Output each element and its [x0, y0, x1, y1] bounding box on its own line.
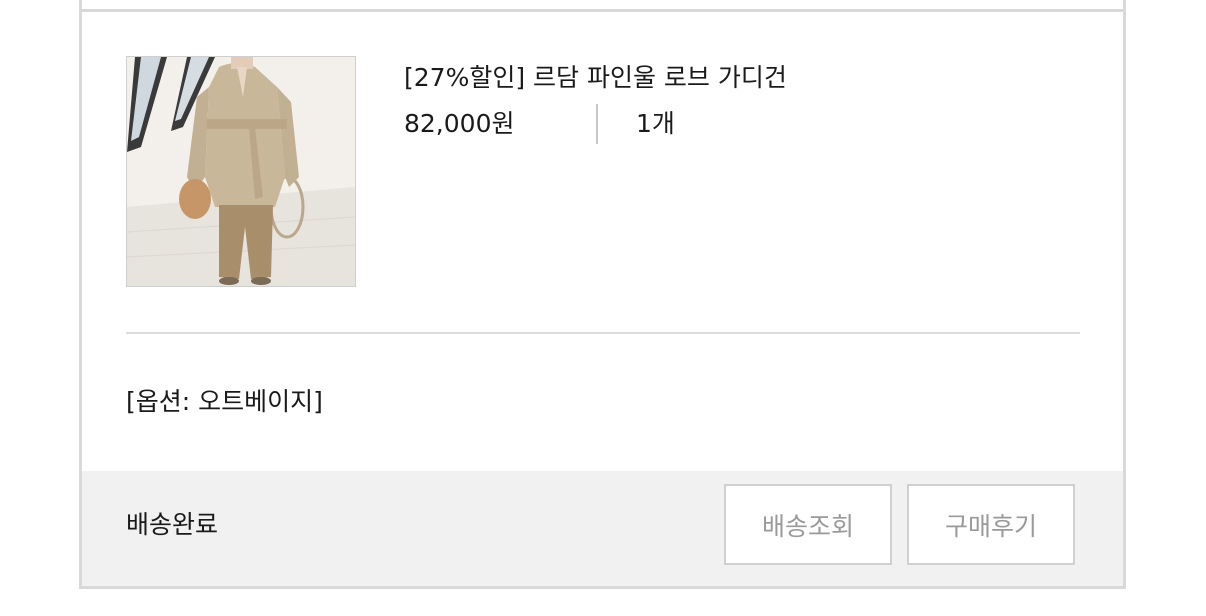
write-review-button[interactable]: 구매후기 — [907, 484, 1075, 565]
product-name[interactable]: [27%할인] 르담 파인울 로브 가디건 — [404, 60, 787, 96]
product-quantity: 1개 — [636, 109, 675, 138]
price-quantity-divider — [596, 104, 598, 144]
product-photo — [127, 57, 355, 286]
product-thumbnail[interactable] — [126, 56, 356, 287]
track-delivery-button[interactable]: 배송조회 — [724, 484, 892, 565]
section-divider — [126, 332, 1080, 334]
product-option: [옵션: 오트베이지] — [126, 387, 323, 416]
delivery-status: 배송완료 — [126, 510, 219, 539]
price-quantity-row: 82,000원 1개 — [404, 104, 787, 144]
order-item-card: [27%할인] 르담 파인울 로브 가디건 82,000원 1개 [옵션: 오트… — [79, 0, 1126, 589]
order-footer: 배송완료 배송조회 구매후기 — [82, 471, 1123, 586]
top-divider — [82, 9, 1123, 12]
product-info: [27%할인] 르담 파인울 로브 가디건 82,000원 1개 — [404, 60, 787, 144]
product-price: 82,000원 — [404, 109, 515, 138]
